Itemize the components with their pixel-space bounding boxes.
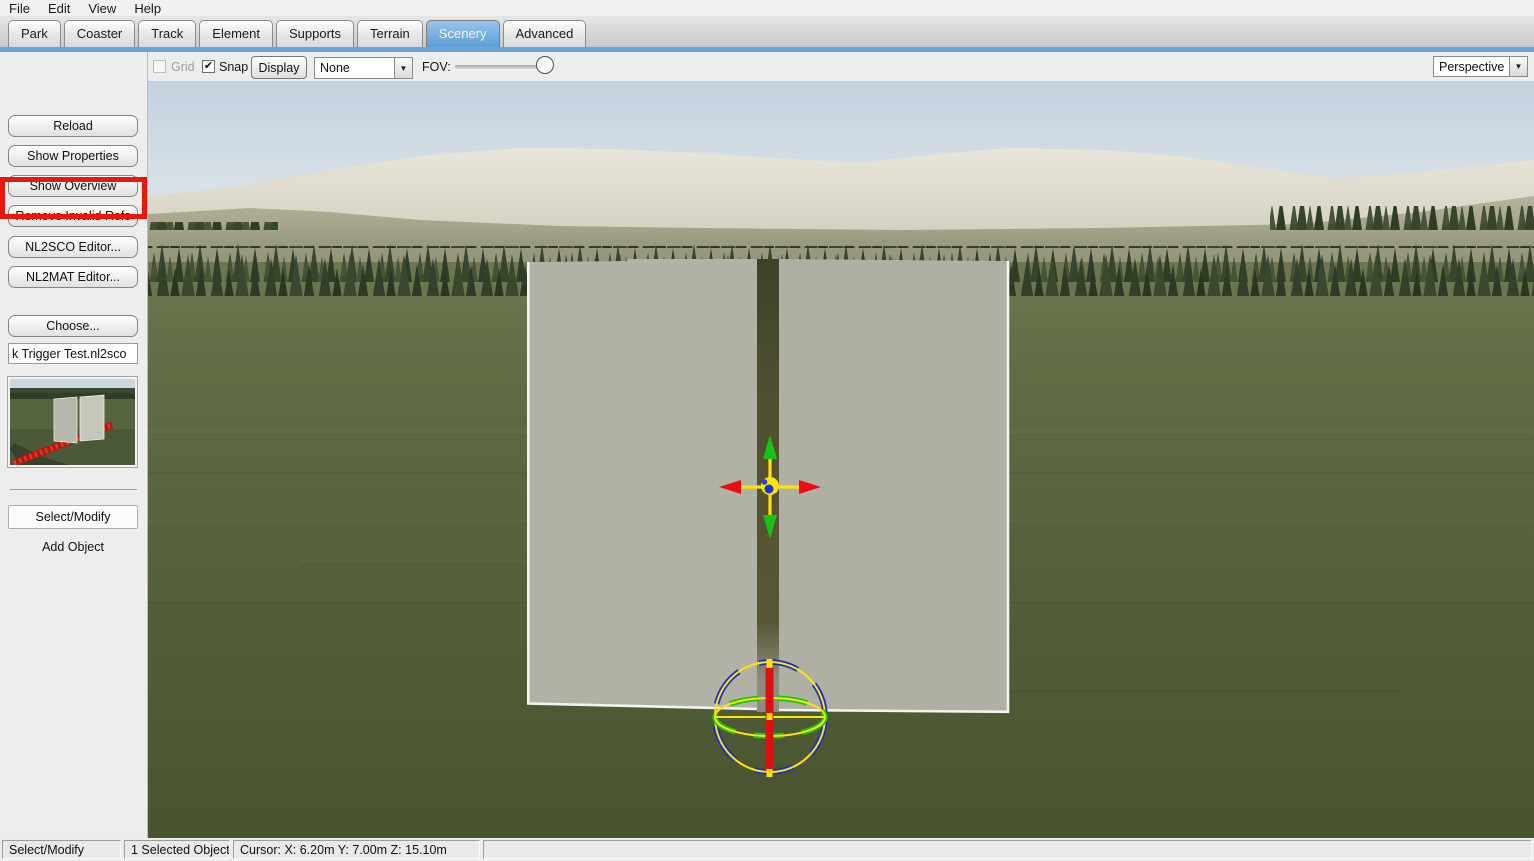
view-mode-dropdown-value: Perspective: [1434, 60, 1509, 74]
grid-checkbox[interactable]: [153, 60, 166, 73]
status-spacer: [483, 840, 1532, 859]
remove-invalid-refs-button[interactable]: Remove Invalid Refs: [8, 205, 138, 227]
tab-terrain[interactable]: Terrain: [357, 20, 423, 47]
tab-coaster[interactable]: Coaster: [64, 20, 136, 47]
scenery-display-dropdown-value: None: [315, 61, 394, 75]
checkmark-icon: ✔: [204, 60, 213, 72]
status-mode: Select/Modify: [2, 840, 121, 859]
scenery-sidebar: Reload Show Properties Show Overview Rem…: [0, 52, 148, 838]
snap-checkbox[interactable]: ✔: [202, 60, 215, 73]
fov-slider[interactable]: [455, 52, 555, 81]
scenery-display-dropdown[interactable]: None ▼: [314, 57, 413, 79]
show-properties-button[interactable]: Show Properties: [8, 145, 138, 167]
dropdown-arrow-icon[interactable]: ▼: [1509, 57, 1527, 76]
view-mode-dropdown[interactable]: Perspective ▼: [1433, 56, 1528, 77]
scenery-toolbar: Grid ✔ Snap Display None ▼ FOV: Perspect…: [148, 52, 1534, 81]
tab-supports[interactable]: Supports: [276, 20, 354, 47]
show-overview-button[interactable]: Show Overview: [8, 175, 138, 197]
tab-track[interactable]: Track: [138, 20, 196, 47]
grid-label: Grid: [171, 60, 195, 74]
display-button[interactable]: Display: [251, 56, 307, 79]
status-bar: Select/Modify 1 Selected Object Cursor: …: [0, 838, 1534, 861]
menu-item-edit[interactable]: Edit: [41, 1, 77, 16]
sidebar-divider: [10, 489, 137, 490]
viewport-3d[interactable]: [148, 81, 1534, 838]
tab-park[interactable]: Park: [8, 20, 61, 47]
fov-slider-thumb[interactable]: [536, 56, 554, 74]
reload-button[interactable]: Reload: [8, 115, 138, 137]
menu-bar: File Edit View Help: [0, 0, 1534, 16]
nl2mat-editor-button[interactable]: NL2MAT Editor...: [8, 266, 138, 288]
nolimits2-editor-window: File Edit View Help Park Coaster Track E…: [0, 0, 1534, 861]
select-modify-mode-button[interactable]: Select/Modify: [8, 505, 138, 529]
viewport-canvas[interactable]: [148, 81, 1534, 838]
choose-button[interactable]: Choose...: [8, 315, 138, 337]
dropdown-arrow-icon[interactable]: ▼: [394, 58, 412, 78]
menu-item-file[interactable]: File: [2, 1, 37, 16]
scenery-file-field[interactable]: [8, 343, 138, 364]
tab-element[interactable]: Element: [199, 20, 273, 47]
menu-item-help[interactable]: Help: [127, 1, 168, 16]
scenery-preview-thumbnail: [8, 377, 137, 467]
menu-item-view[interactable]: View: [81, 1, 123, 16]
fov-label: FOV:: [422, 60, 451, 74]
tab-bar: Park Coaster Track Element Supports Terr…: [0, 16, 1534, 47]
scenery-panel-left[interactable]: [527, 259, 757, 710]
scenery-preview-image: [10, 379, 135, 465]
add-object-mode-button[interactable]: Add Object: [8, 537, 138, 557]
tab-advanced[interactable]: Advanced: [503, 20, 587, 47]
tab-scenery[interactable]: Scenery: [426, 20, 500, 47]
status-selection: 1 Selected Object: [124, 840, 230, 859]
status-cursor-position: Cursor: X: 6.20m Y: 7.00m Z: 15.10m: [233, 840, 480, 859]
snap-label: Snap: [219, 60, 248, 74]
nl2sco-editor-button[interactable]: NL2SCO Editor...: [8, 236, 138, 258]
